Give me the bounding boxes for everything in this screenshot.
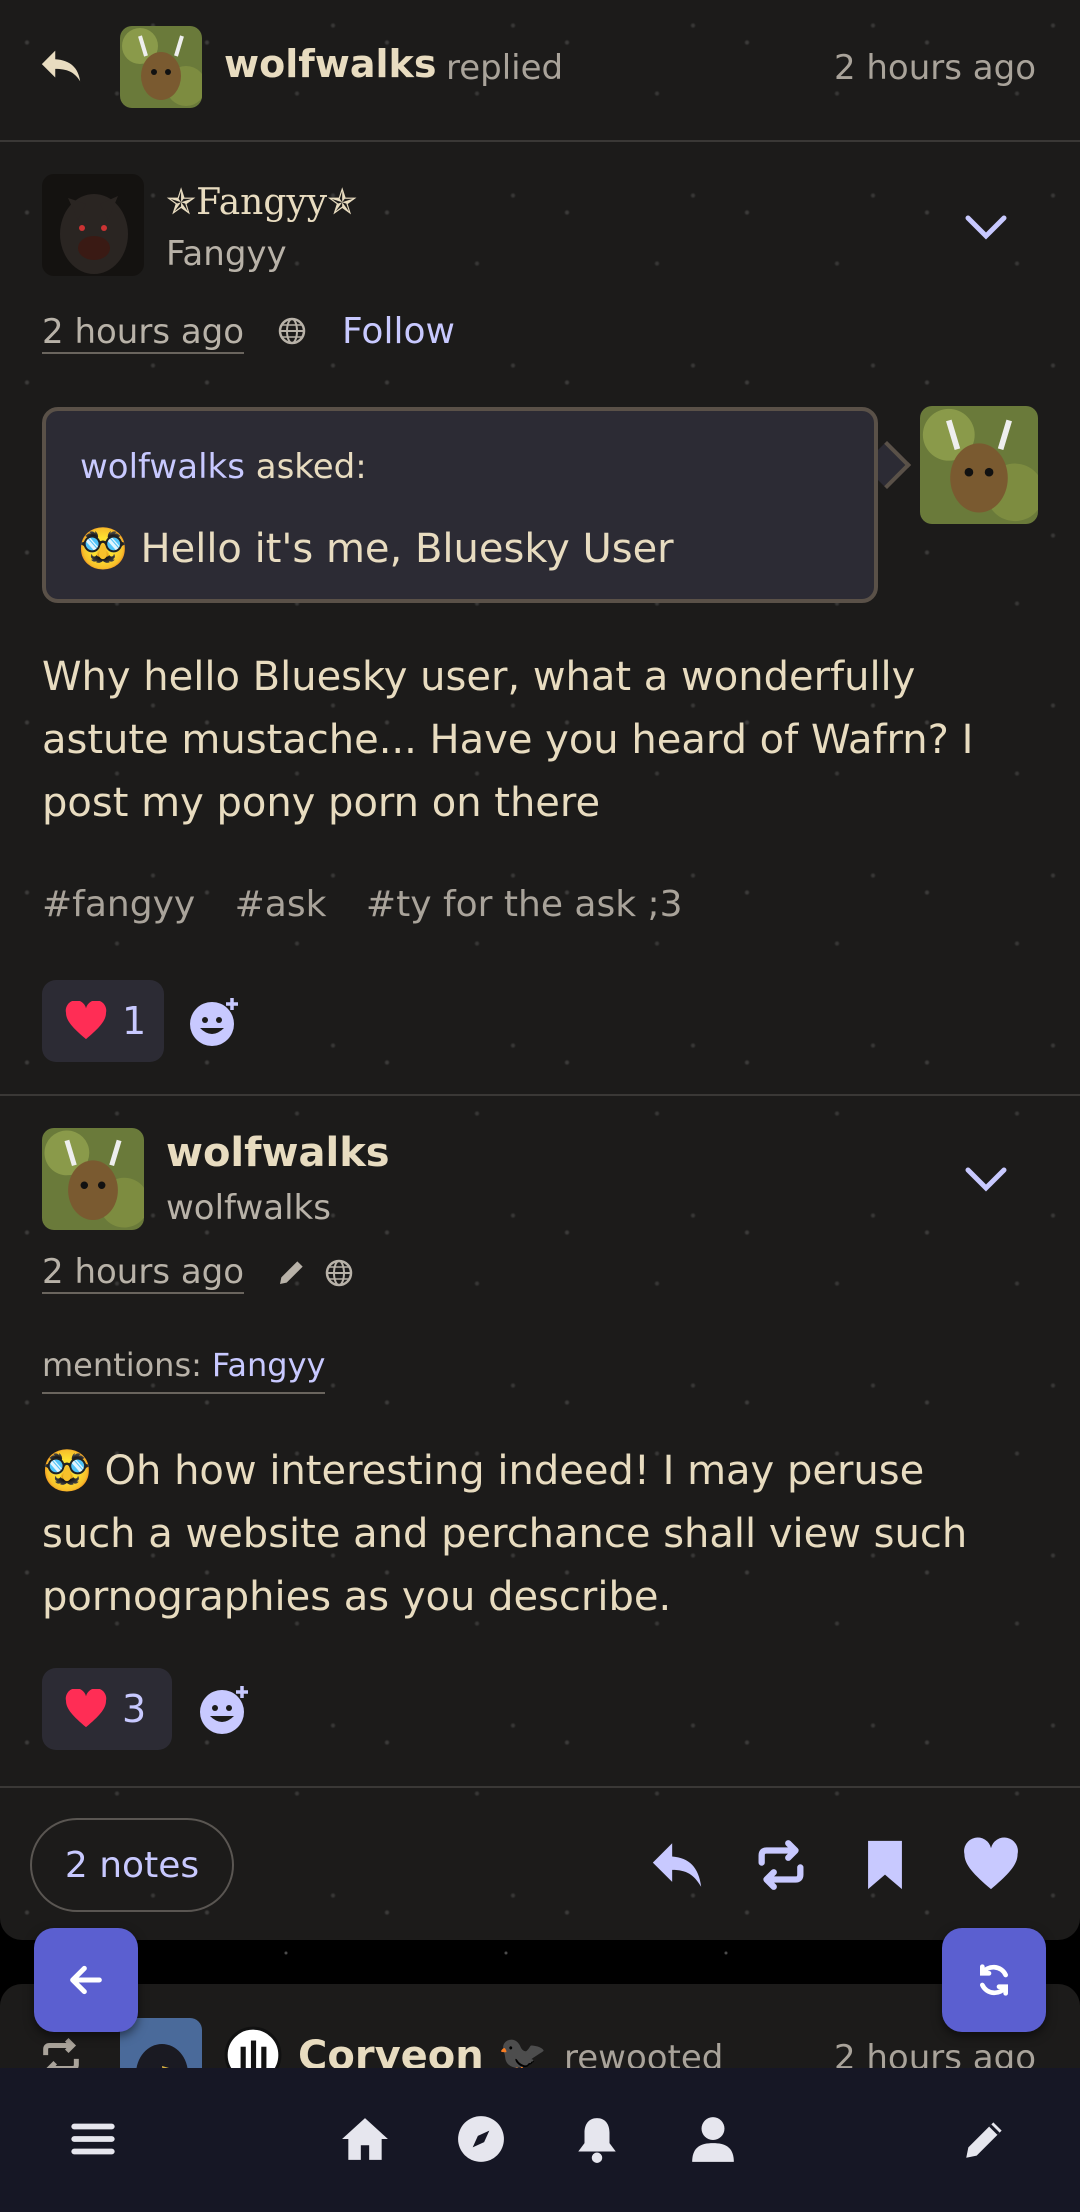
- mentions-line: mentions: Fangyy: [42, 1346, 326, 1394]
- bottom-navigation: [0, 2068, 1080, 2212]
- post1-chevron-down-icon[interactable]: [964, 214, 1008, 242]
- bookmark-icon[interactable]: [856, 1836, 914, 1894]
- post1-add-reaction-icon[interactable]: [186, 994, 242, 1050]
- post2-heart-reaction[interactable]: 3: [42, 1668, 172, 1750]
- post2-heart-count: 3: [122, 1687, 147, 1731]
- post1-time[interactable]: 2 hours ago: [42, 312, 245, 354]
- arrow-left-icon: [70, 1965, 102, 1995]
- ask-box: wolfwalks asked: 🥸 Hello it's me, Bluesk…: [42, 407, 878, 603]
- post2-globe-icon: [325, 1259, 353, 1287]
- post2-body: 🥸 Oh how interesting indeed! I may perus…: [42, 1440, 1042, 1629]
- post1-body-line: Why hello Bluesky user, what a wonderful…: [42, 654, 916, 700]
- compose-pencil-icon[interactable]: [960, 2114, 1010, 2164]
- edited-pencil-icon: [280, 1261, 303, 1284]
- back-fab-button[interactable]: [34, 1928, 138, 2032]
- asker-name[interactable]: wolfwalks: [80, 447, 245, 487]
- fangyy-avatar[interactable]: [42, 174, 144, 276]
- post2-author-avatar[interactable]: [42, 1128, 144, 1230]
- mentions-label: mentions:: [42, 1346, 202, 1384]
- reply-header: wolfwalks replied 2 hours ago: [0, 0, 1080, 142]
- tag-link[interactable]: #fangyy: [42, 884, 195, 925]
- tag-link[interactable]: #ty for the ask ;3: [366, 884, 683, 925]
- home-icon[interactable]: [340, 2114, 390, 2164]
- ask-header: wolfwalks asked:: [80, 447, 367, 487]
- post-footer-divider: [0, 1786, 1080, 1788]
- post2-chevron-down-icon[interactable]: [964, 1166, 1008, 1194]
- post2-time[interactable]: 2 hours ago: [42, 1252, 245, 1294]
- mentioned-user-link[interactable]: Fangyy: [212, 1346, 326, 1384]
- post2-author-handle[interactable]: wolfwalks: [166, 1188, 331, 1228]
- menu-icon[interactable]: [68, 2114, 118, 2164]
- reblog-icon[interactable]: [752, 1836, 810, 1894]
- notes-button[interactable]: 2 notes: [30, 1818, 234, 1912]
- post1-globe-icon: [278, 317, 306, 345]
- tag-link[interactable]: #ask: [235, 884, 327, 925]
- post-divider: [0, 1094, 1080, 1096]
- post2-author-display-name[interactable]: wolfwalks: [166, 1130, 390, 1176]
- reply-icon[interactable]: [648, 1836, 706, 1894]
- post1-body-line: astute mustache... Have you heard of Waf…: [42, 717, 974, 763]
- post2-body-line: 🥸 Oh how interesting indeed! I may perus…: [42, 1448, 925, 1494]
- reply-action-label: replied: [446, 48, 564, 88]
- follow-button[interactable]: Follow: [342, 311, 455, 352]
- reply-time: 2 hours ago: [833, 48, 1036, 88]
- heart-icon[interactable]: [962, 1836, 1020, 1894]
- heart-emoji-icon: [65, 1689, 107, 1728]
- post1-author-handle[interactable]: Fangyy: [166, 234, 287, 274]
- bell-icon[interactable]: [572, 2114, 622, 2164]
- post1-heart-count: 1: [122, 999, 147, 1043]
- post1-tags: #fangyy #ask #ty for the ask ;3: [42, 884, 711, 925]
- reply-arrow-icon: [41, 50, 81, 82]
- refresh-fab-button[interactable]: [942, 1928, 1046, 2032]
- post1-heart-reaction[interactable]: 1: [42, 980, 164, 1062]
- reply-actor-name[interactable]: wolfwalks: [224, 42, 436, 86]
- wolfwalks-avatar[interactable]: [120, 26, 202, 108]
- heart-emoji-icon: [65, 1001, 107, 1040]
- post2-add-reaction-icon[interactable]: [196, 1682, 252, 1738]
- post1-author-display-name[interactable]: ✯Fangyy✯: [166, 182, 357, 223]
- ask-verb: asked:: [255, 447, 367, 487]
- post-card: wolfwalks replied 2 hours ago ✯Fangyy✯ F…: [0, 0, 1080, 1940]
- ask-text: 🥸 Hello it's me, Bluesky User: [78, 526, 674, 572]
- post1-body-line: post my pony porn on there: [42, 780, 601, 826]
- post2-body-line: pornographies as you describe.: [42, 1574, 672, 1620]
- post1-body: Why hello Bluesky user, what a wonderful…: [42, 646, 1042, 835]
- refresh-icon: [980, 1964, 1008, 1996]
- asker-avatar[interactable]: [920, 406, 1038, 524]
- user-icon[interactable]: [688, 2114, 738, 2164]
- compass-icon[interactable]: [456, 2114, 506, 2164]
- post2-body-line: such a website and perchance shall view …: [42, 1511, 968, 1557]
